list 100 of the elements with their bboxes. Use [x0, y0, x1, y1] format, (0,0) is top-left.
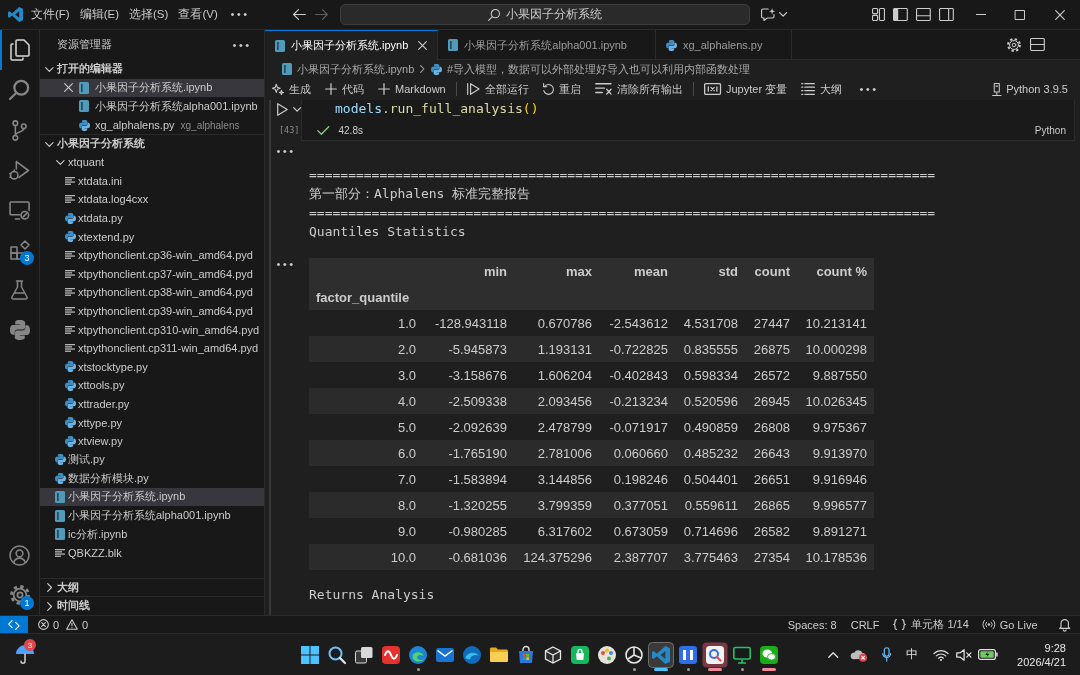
- section-header[interactable]: 小果因子分析系统: [40, 134, 264, 153]
- file-tree-item[interactable]: xtstocktype.py: [40, 357, 264, 377]
- spoked-circle-icon[interactable]: [625, 645, 643, 664]
- close-icon[interactable]: [418, 41, 428, 50]
- open-editor-item[interactable]: 小果因子分析系统alpha001.ipynb: [40, 97, 264, 116]
- caret-icon[interactable]: [293, 106, 302, 112]
- left-pane-icon[interactable]: [893, 8, 909, 21]
- kernel-picker[interactable]: Python 3.9.5: [987, 80, 1072, 98]
- open-editor-item[interactable]: xg_alphalens.py xg_alphalens: [40, 115, 264, 135]
- cloud-error-icon[interactable]: [850, 647, 868, 662]
- search-icon[interactable]: [328, 645, 346, 664]
- flask-icon[interactable]: [11, 280, 28, 300]
- bars-tile-icon[interactable]: [679, 645, 697, 664]
- menu-item[interactable]: 查看(V): [173, 4, 223, 25]
- palette-icon[interactable]: [598, 645, 616, 664]
- speaker-muted-icon[interactable]: [956, 648, 973, 661]
- python-logo-icon[interactable]: [9, 320, 30, 340]
- bell-icon[interactable]: [1058, 618, 1070, 631]
- settings-icon[interactable]: [9, 585, 30, 605]
- settings-icon[interactable]: [1007, 37, 1022, 52]
- windows-logo-icon[interactable]: [301, 645, 319, 664]
- file-tree-item[interactable]: xtdata.py: [40, 208, 264, 228]
- run-all-button[interactable]: 全部运行: [462, 79, 533, 99]
- microphone-icon[interactable]: [881, 647, 892, 662]
- monitor-icon[interactable]: [733, 645, 751, 664]
- file-tree-item[interactable]: xtview.py: [40, 431, 264, 451]
- file-tree-item[interactable]: xttools.py: [40, 376, 264, 395]
- open-editor-item[interactable]: 小果因子分析系统.ipynb: [40, 78, 264, 98]
- remote-button[interactable]: [0, 616, 28, 633]
- editor-tab[interactable]: xg_alphalens.py: [656, 30, 792, 60]
- swirl-icon[interactable]: [409, 645, 427, 664]
- play-bug-icon[interactable]: [9, 159, 30, 181]
- files-icon[interactable]: [9, 39, 30, 61]
- battery-icon[interactable]: [978, 649, 999, 660]
- add-cell-button[interactable]: 代码: [321, 79, 368, 99]
- clear-outputs-button[interactable]: 清除所有输出: [591, 79, 687, 99]
- section-header[interactable]: 打开的编辑器: [40, 60, 264, 79]
- branch-icon[interactable]: [11, 119, 28, 141]
- wave-circle-icon[interactable]: [463, 645, 481, 664]
- restart-button[interactable]: 重启: [538, 79, 586, 99]
- blocks-icon[interactable]: [9, 240, 30, 260]
- wifi-icon[interactable]: [933, 648, 950, 661]
- breadcrumb-item[interactable]: #导入模型，数据可以外部处理好导入也可以利用内部函数处理: [430, 61, 751, 77]
- breadcrumb-item[interactable]: 小果因子分析系统.ipynb: [282, 61, 415, 77]
- account-icon[interactable]: [9, 544, 30, 566]
- file-tree-item[interactable]: QBKZZ.blk: [40, 543, 264, 563]
- file-tree-item[interactable]: xtquant: [40, 152, 264, 172]
- outline-button[interactable]: 大纲: [797, 79, 847, 99]
- clock-time[interactable]: 9:28: [1044, 640, 1066, 655]
- more-icon[interactable]: [233, 43, 249, 47]
- cube-icon[interactable]: [544, 645, 562, 664]
- file-tree-item[interactable]: xtpythonclient.cp38-win_amd64.pyd: [40, 283, 264, 302]
- menu-item[interactable]: 编辑(E): [74, 4, 125, 25]
- close-icon[interactable]: [63, 83, 73, 93]
- menu-item[interactable]: 选择(S): [124, 4, 174, 25]
- clock-date[interactable]: 2026/4/21: [1017, 654, 1066, 669]
- variables-button[interactable]: Jupyter 变量: [699, 79, 792, 99]
- file-tree-item[interactable]: xtpythonclient.cp311-win_amd64.pyd: [40, 338, 264, 358]
- shopping-bag-icon[interactable]: [517, 645, 535, 664]
- caret-icon[interactable]: [779, 12, 788, 17]
- menu-item[interactable]: 文件(F): [26, 4, 75, 25]
- play-icon[interactable]: [277, 102, 288, 116]
- file-tree-item[interactable]: xtpythonclient.cp310-win_amd64.pyd: [40, 320, 264, 339]
- file-tree-item[interactable]: 小果因子分析系统alpha001.ipynb: [40, 506, 264, 525]
- file-tree-item[interactable]: 数据分析模块.py: [40, 469, 264, 488]
- cell-language[interactable]: Python: [1034, 124, 1066, 136]
- right-pane-icon[interactable]: [939, 8, 954, 21]
- file-tree-item[interactable]: ic分析.ipynb: [40, 524, 264, 544]
- monitor-icon[interactable]: [8, 200, 31, 220]
- problems-button[interactable]: 0 0: [34, 616, 96, 633]
- more-icon[interactable]: [860, 87, 876, 91]
- status-item[interactable]: Spaces: 8: [780, 616, 844, 633]
- file-tree-item[interactable]: xtpythonclient.cp36-win_amd64.pyd: [40, 245, 264, 265]
- wave-tile-icon[interactable]: [382, 645, 400, 664]
- status-item[interactable]: CRLF: [843, 616, 887, 633]
- generate-button[interactable]: 生成: [268, 79, 315, 99]
- chat-bubbles-icon[interactable]: [760, 645, 778, 664]
- editor-tab[interactable]: 小果因子分析系统.ipynb: [265, 30, 439, 60]
- bag-tile-icon[interactable]: [571, 645, 589, 664]
- ribbon-logo-icon[interactable]: [648, 641, 674, 668]
- file-tree-item[interactable]: xtpythonclient.cp37-win_amd64.pyd: [40, 264, 264, 284]
- cell-position-button[interactable]: 单元格 1/14: [886, 616, 976, 633]
- file-tree-item[interactable]: xtdata.ini: [40, 171, 264, 191]
- arrow-left-icon[interactable]: [293, 9, 306, 20]
- file-tree-item[interactable]: 测试.py: [40, 450, 264, 470]
- editor-tab[interactable]: 小果因子分析系统alpha001.ipynb: [438, 30, 656, 60]
- file-tree-item[interactable]: xtextend.py: [40, 227, 264, 246]
- ime-indicator[interactable]: 中: [906, 646, 919, 663]
- file-tree-item[interactable]: 小果因子分析系统.ipynb: [40, 487, 264, 507]
- file-tree-item[interactable]: xtdata.log4cxx: [40, 190, 264, 209]
- more-icon[interactable]: [277, 263, 293, 266]
- magnifier-tile-icon[interactable]: [702, 641, 728, 668]
- file-tree-item[interactable]: xttype.py: [40, 413, 264, 432]
- layout-icon[interactable]: [872, 8, 886, 21]
- more-icon[interactable]: [277, 150, 293, 153]
- chevron-up-icon[interactable]: [827, 651, 839, 658]
- file-tree-item[interactable]: xttrader.py: [40, 394, 264, 414]
- command-center[interactable]: 小果因子分析系统: [340, 4, 750, 25]
- folder-icon[interactable]: [490, 645, 508, 664]
- chat-sparkle-icon[interactable]: [761, 8, 776, 21]
